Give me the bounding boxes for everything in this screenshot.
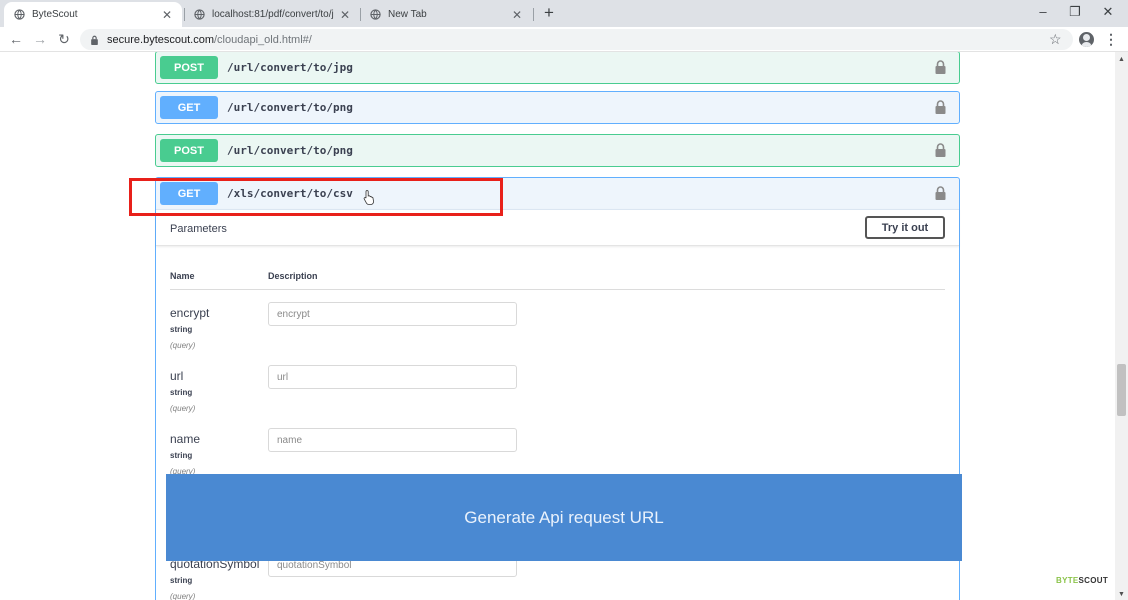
name-input[interactable] [268,428,517,452]
reload-button[interactable]: ↻ [55,30,73,48]
lock-icon [91,35,98,45]
restore-button[interactable]: ❐ [1060,2,1090,22]
endpoint-get-url-png[interactable]: GET /url/convert/to/png [155,91,960,124]
column-header-description: Description [268,271,318,281]
lock-icon[interactable] [935,60,946,74]
close-icon[interactable]: ✕ [340,8,350,22]
page-scrollbar[interactable]: ▲ ▼ [1115,52,1128,600]
profile-avatar[interactable] [1079,32,1094,47]
parameters-title: Parameters [170,223,227,235]
param-type: string [170,576,193,585]
globe-icon [194,9,205,20]
close-icon[interactable]: ✕ [162,8,172,22]
endpoint-post-url-png[interactable]: POST /url/convert/to/png [155,134,960,167]
param-type: string [170,451,193,460]
method-badge: POST [160,56,218,79]
encrypt-input[interactable] [268,302,517,326]
window-close-button[interactable]: ✕ [1093,2,1123,22]
scrollbar-thumb[interactable] [1117,364,1126,416]
scroll-down-arrow-icon[interactable]: ▼ [1118,591,1125,598]
param-name: url [170,369,184,383]
bytescout-watermark: BYTESCOUT [1056,576,1108,585]
lock-icon[interactable] [935,143,946,157]
tab-divider [533,8,534,21]
param-name: name [170,432,201,446]
lock-icon[interactable] [935,186,946,200]
browser-toolbar: ← → ↻ secure.bytescout.com/cloudapi_old.… [0,27,1128,52]
param-row-quotation-symbol: quotationSymbol string (query) [170,553,945,600]
watermark-part-b: SCOUT [1078,576,1109,585]
endpoint-post-url-jpg[interactable]: POST /url/convert/to/jpg [155,52,960,84]
endpoint-path: /url/convert/to/jpg [227,61,353,74]
param-type: string [170,325,193,334]
param-location: (query) [170,341,196,350]
endpoint-path: /url/convert/to/png [227,101,353,114]
param-row-url: url string (query) [170,365,945,429]
hand-cursor-icon [363,190,374,205]
scroll-up-arrow-icon[interactable]: ▲ [1118,56,1125,63]
endpoint-summary[interactable]: POST /url/convert/to/png [156,135,959,166]
forward-button[interactable]: → [31,30,49,48]
url-host: secure.bytescout.com [107,33,214,46]
param-name: encrypt [170,306,210,320]
tab-title: localhost:81/pdf/convert/to/json [212,9,334,20]
tab-localhost[interactable]: localhost:81/pdf/convert/to/json ✕ [184,2,360,27]
browser-tab-strip: ByteScout ✕ localhost:81/pdf/convert/to/… [0,0,1128,27]
url-path: /cloudapi_old.html#/ [214,33,312,46]
globe-icon [370,9,381,20]
watermark-part-a: BYTE [1056,576,1079,585]
bookmark-star-icon[interactable]: ☆ [1049,31,1062,48]
endpoint-summary[interactable]: GET /url/convert/to/png [156,92,959,123]
endpoint-path: /url/convert/to/png [227,144,353,157]
method-badge: GET [160,96,218,119]
param-location: (query) [170,592,196,600]
method-badge: POST [160,139,218,162]
endpoint-summary[interactable]: POST /url/convert/to/jpg [156,52,959,83]
tab-new-tab[interactable]: New Tab ✕ [360,2,532,27]
lock-icon[interactable] [935,100,946,114]
generate-api-request-url-banner: Generate Api request URL [166,474,962,561]
param-row-encrypt: encrypt string (query) [170,302,945,366]
column-header-name: Name [170,271,195,281]
highlight-box [129,178,503,216]
tab-bytescout[interactable]: ByteScout ✕ [4,2,182,27]
param-location: (query) [170,404,196,413]
try-it-out-button[interactable]: Try it out [865,216,945,239]
back-button[interactable]: ← [7,30,25,48]
new-tab-button[interactable]: + [540,4,558,22]
param-type: string [170,388,193,397]
close-icon[interactable]: ✕ [512,8,522,22]
globe-icon [14,9,25,20]
url-input[interactable] [268,365,517,389]
minimize-button[interactable]: – [1028,2,1058,22]
menu-kebab-icon[interactable]: ⋮ [1104,31,1118,48]
tab-title: New Tab [388,9,427,20]
tab-title: ByteScout [32,9,78,20]
address-bar[interactable]: secure.bytescout.com/cloudapi_old.html#/ [80,29,1073,50]
header-divider [170,289,945,290]
